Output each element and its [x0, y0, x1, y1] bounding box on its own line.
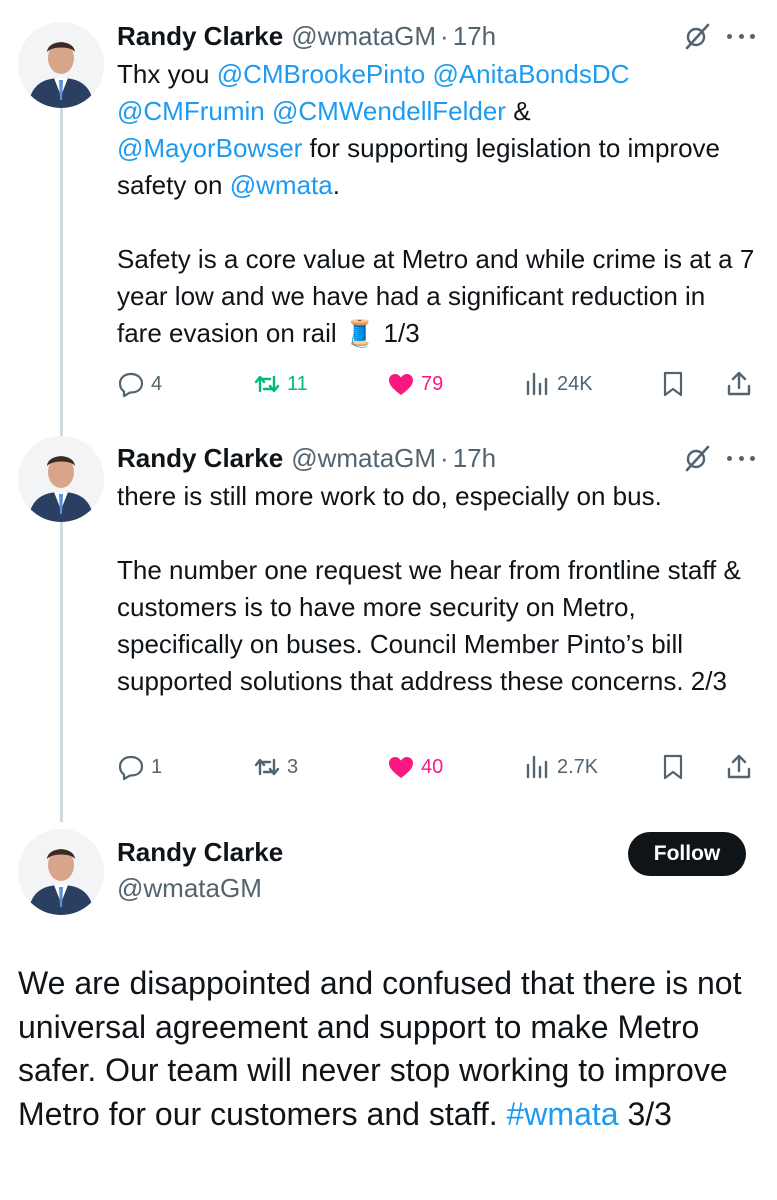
reply-button[interactable]: 1	[117, 749, 162, 785]
views-count: 2.7K	[557, 755, 599, 778]
reply-icon	[118, 755, 144, 781]
reply-count: 4	[151, 372, 163, 395]
hashtag-link[interactable]: #wmata	[507, 1096, 619, 1132]
avatar[interactable]	[18, 436, 104, 522]
mention-link[interactable]: @CMBrookePinto	[217, 59, 425, 89]
avatar-photo	[18, 829, 104, 915]
repost-icon	[254, 758, 280, 776]
mention-link[interactable]: @AnitaBondsDC	[432, 59, 629, 89]
more-icon[interactable]	[724, 22, 758, 50]
bookmark-button[interactable]	[659, 749, 687, 785]
views-icon	[526, 372, 548, 396]
repost-icon	[254, 375, 280, 393]
timestamp[interactable]: 17h	[453, 443, 496, 474]
bookmark-button[interactable]	[659, 366, 687, 402]
text-run: 1/3	[376, 318, 420, 348]
views-count: 24K	[557, 372, 593, 395]
text-run: there is still more work to do, especial…	[117, 481, 662, 511]
mention-link[interactable]: @wmata	[230, 170, 333, 200]
text-run: Safety is a core value at Metro and whil…	[117, 244, 762, 348]
more-icon[interactable]	[724, 444, 758, 472]
reply-icon	[118, 372, 144, 398]
grok-icon[interactable]	[683, 22, 711, 50]
tweet-text: Thx you @CMBrookePinto @AnitaBondsDC @CM…	[117, 56, 757, 352]
author-name[interactable]: Randy Clarke	[117, 837, 283, 868]
reply-count: 1	[151, 755, 163, 778]
timestamp[interactable]: 17h	[453, 21, 496, 52]
like-count: 79	[421, 372, 444, 395]
tweet-header: Randy Clarke @wmataGM · 17h	[117, 18, 496, 54]
views-icon	[526, 755, 548, 779]
action-bar: 4 11 79 24K	[117, 366, 757, 402]
like-icon	[389, 374, 413, 395]
mention-link[interactable]: @CMFrumin	[117, 96, 265, 126]
avatar[interactable]	[18, 829, 104, 915]
thread-emoji: 🧵	[343, 318, 377, 348]
bookmark-icon	[663, 371, 683, 397]
grok-icon[interactable]	[683, 444, 711, 472]
reply-button[interactable]: 4	[117, 366, 162, 402]
views-button[interactable]: 2.7K	[523, 749, 598, 785]
repost-count: 11	[287, 372, 308, 395]
follow-button[interactable]: Follow	[628, 832, 746, 876]
share-button[interactable]	[725, 749, 753, 785]
like-button[interactable]: 40	[387, 749, 443, 785]
text-run: The number one request we hear from fron…	[117, 555, 749, 696]
like-count: 40	[421, 755, 444, 778]
author-name[interactable]: Randy Clarke	[117, 21, 283, 52]
author-handle[interactable]: @wmataGM	[291, 21, 436, 52]
text-run: &	[505, 96, 538, 126]
text-run: 3/3	[618, 1095, 672, 1132]
views-button[interactable]: 24K	[523, 366, 593, 402]
avatar[interactable]	[18, 22, 104, 108]
avatar-photo	[18, 22, 104, 108]
text-run: Thx you	[117, 59, 217, 89]
thread-line-2	[60, 522, 63, 822]
thread-line-1	[60, 108, 63, 438]
share-icon	[727, 754, 751, 779]
tweet-header: Randy Clarke @wmataGM · 17h	[117, 440, 496, 476]
mention-link[interactable]: @MayorBowser	[117, 133, 302, 163]
repost-button[interactable]: 3	[253, 749, 298, 785]
separator: ·	[440, 442, 449, 473]
like-button[interactable]: 79	[387, 366, 443, 402]
author-handle[interactable]: @wmataGM	[117, 873, 262, 904]
tweet-text: there is still more work to do, especial…	[117, 478, 757, 700]
repost-count: 3	[287, 755, 299, 778]
share-icon	[727, 371, 751, 396]
mention-link[interactable]: @CMWendellFelder	[272, 96, 506, 126]
repost-button[interactable]: 11	[253, 366, 308, 402]
author-name[interactable]: Randy Clarke	[117, 443, 283, 474]
share-button[interactable]	[725, 366, 753, 402]
separator: ·	[440, 20, 449, 51]
like-icon	[389, 757, 413, 778]
bookmark-icon	[663, 754, 683, 780]
main-tweet-text: We are disappointed and confused that th…	[18, 962, 763, 1136]
text-run: .	[332, 170, 340, 200]
action-bar: 1 3 40 2.7K	[117, 749, 757, 785]
author-handle[interactable]: @wmataGM	[291, 443, 436, 474]
avatar-photo	[18, 436, 104, 522]
